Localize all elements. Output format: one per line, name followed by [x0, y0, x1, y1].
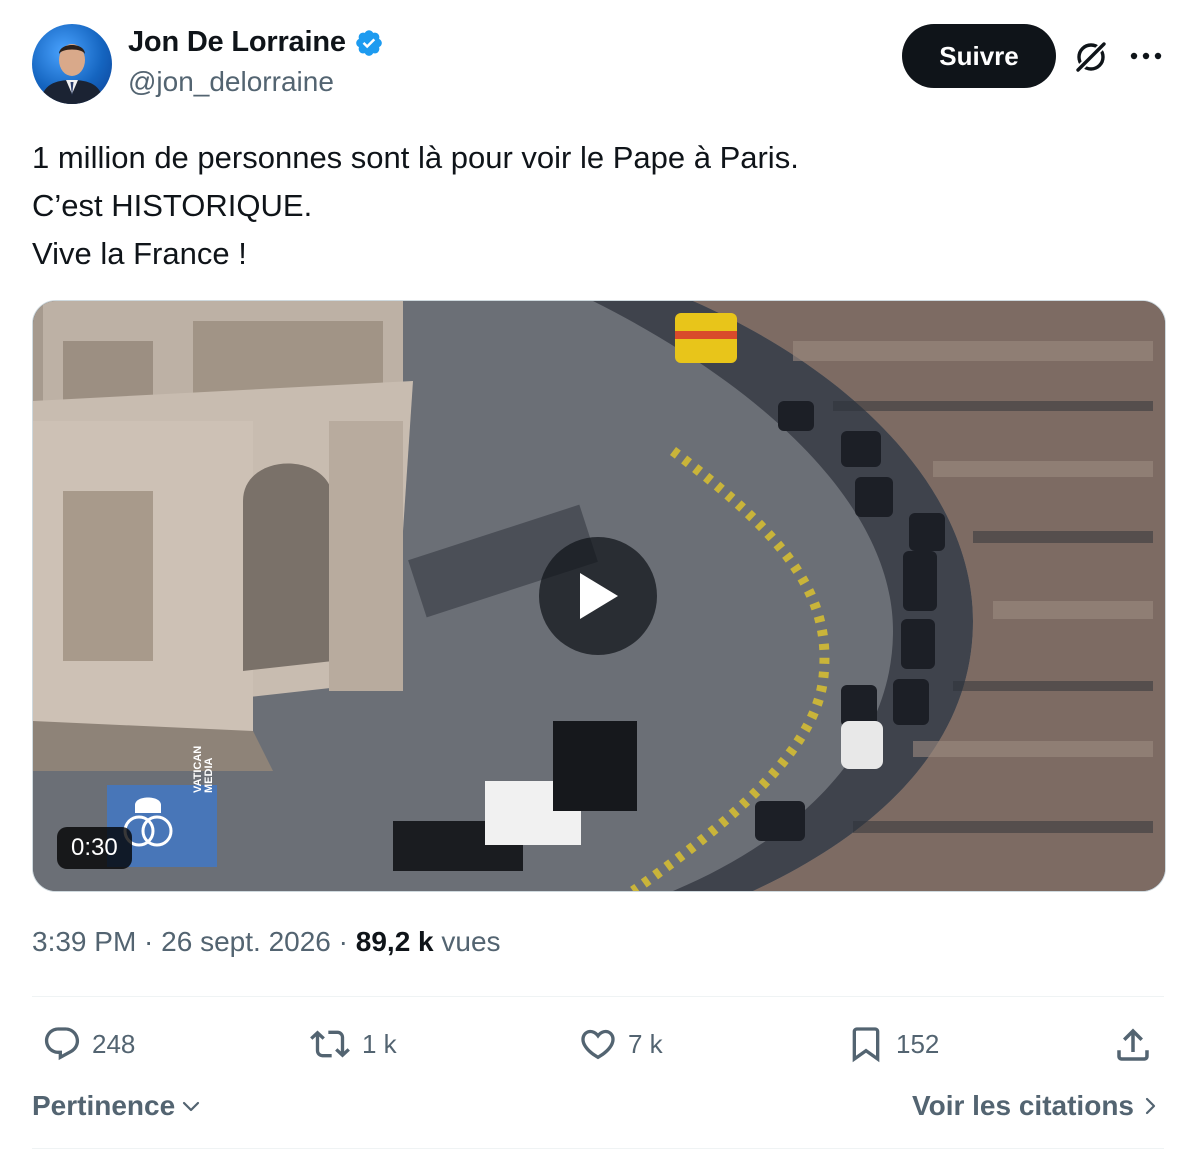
bookmark-count: 152: [896, 1028, 940, 1059]
tweet-detail: Jon De Lorraine @jon_delorraine Suivre 1…: [0, 0, 1196, 1152]
like-button[interactable]: 7 k: [578, 1024, 663, 1064]
share-button[interactable]: [1112, 1024, 1154, 1066]
tweet-time[interactable]: 3:39 PM: [32, 926, 136, 957]
view-quotes-link[interactable]: Voir les citations: [912, 1090, 1160, 1122]
video-player[interactable]: VATICAN MEDIA 0:30: [32, 300, 1166, 892]
repost-button[interactable]: 1 k: [308, 1024, 397, 1064]
chevron-right-icon: [1145, 1097, 1156, 1115]
grok-icon[interactable]: [1072, 38, 1110, 76]
meta-separator: ·: [330, 926, 356, 957]
share-icon: [1117, 1028, 1149, 1061]
watermark-text: VATICAN MEDIA: [192, 745, 215, 793]
more-icon[interactable]: [1128, 42, 1164, 70]
chevron-down-icon: [183, 1101, 200, 1112]
like-count: 7 k: [628, 1028, 663, 1059]
tweet-line: 1 million de personnes sont là pour voir…: [32, 140, 799, 175]
reply-icon: [44, 1027, 80, 1061]
avatar[interactable]: [32, 24, 112, 104]
repost-icon: [310, 1030, 350, 1058]
reply-count: 248: [92, 1028, 136, 1059]
video-duration: 0:30: [57, 827, 132, 869]
divider: [32, 996, 1164, 997]
bookmark-button[interactable]: 152: [846, 1024, 939, 1064]
follow-button[interactable]: Suivre: [902, 24, 1056, 88]
bookmark-icon: [852, 1027, 880, 1063]
play-button[interactable]: [539, 537, 657, 655]
sort-label: Pertinence: [32, 1090, 176, 1121]
divider: [32, 1148, 1164, 1149]
meta-separator: ·: [136, 926, 162, 957]
tweet-text: 1 million de personnes sont là pour voir…: [32, 134, 799, 278]
author-handle[interactable]: @jon_delorraine: [128, 66, 334, 98]
avatar-image: [40, 44, 104, 104]
tweet-date[interactable]: 26 sept. 2026: [161, 926, 331, 957]
views-count[interactable]: 89,2 k: [356, 926, 434, 957]
quotes-label: Voir les citations: [912, 1090, 1134, 1121]
play-icon: [580, 573, 618, 619]
views-label: vues: [433, 926, 501, 957]
heart-icon: [581, 1029, 615, 1060]
sort-dropdown[interactable]: Pertinence: [32, 1090, 203, 1122]
tweet-line: Vive la France !: [32, 236, 247, 271]
display-name[interactable]: Jon De Lorraine: [128, 26, 346, 59]
tweet-line: C’est HISTORIQUE.: [32, 188, 313, 223]
verified-badge-icon[interactable]: [354, 28, 384, 58]
reply-button[interactable]: 248: [42, 1024, 135, 1064]
tweet-meta: 3:39 PM · 26 sept. 2026 · 89,2 k vues: [32, 926, 501, 958]
author-name-row[interactable]: Jon De Lorraine: [128, 26, 384, 59]
repost-count: 1 k: [362, 1028, 397, 1059]
